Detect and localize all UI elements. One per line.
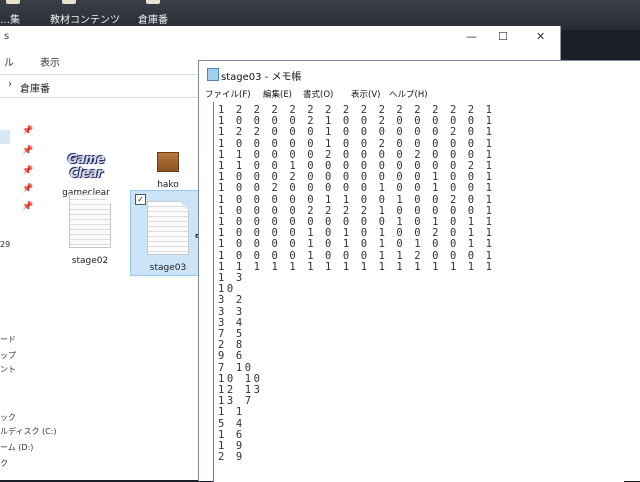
text-document-icon <box>69 194 111 248</box>
folder-icon[interactable] <box>62 0 76 4</box>
pin-icon: 📌 <box>22 166 34 176</box>
text-line: 2 8 <box>218 339 245 352</box>
desktop-item-2[interactable]: 教材コンテンツ <box>50 11 120 26</box>
pin-icon: 📌 <box>22 202 34 212</box>
folder-icon[interactable] <box>6 0 20 4</box>
text-line: 1 0 0 0 0 0 1 0 0 2 0 0 0 0 0 1 <box>218 137 495 150</box>
file-label: stage02 <box>71 256 109 266</box>
file-label: stage03 <box>149 263 187 273</box>
nav-item[interactable]: 29 <box>0 240 10 249</box>
desktop-item-3[interactable]: 倉庫番 <box>138 11 168 26</box>
nav-item[interactable]: ント <box>0 364 16 375</box>
text-line: 1 6 <box>218 428 245 441</box>
text-line: 1 0 0 0 0 0 0 0 0 0 1 0 1 0 1 1 <box>218 216 495 228</box>
text-line: 1 3 <box>218 272 245 284</box>
text-line: 3 2 <box>218 294 245 307</box>
file-stage02[interactable]: stage02 <box>60 194 120 274</box>
text-line: 7 5 <box>218 328 245 340</box>
explorer-title-bar: s — ☐ ✕ <box>0 26 560 48</box>
text-line: 1 0 0 0 0 2 2 2 2 1 0 0 0 0 0 1 <box>218 204 495 217</box>
notepad-text-area[interactable]: 1 2 2 2 2 2 2 2 2 2 2 2 2 2 2 11 0 0 0 0… <box>213 102 624 482</box>
text-line: 1 1 1 1 1 1 1 1 1 1 1 1 1 1 1 1 <box>218 260 495 273</box>
nav-item[interactable]: ック <box>0 412 16 423</box>
text-line: 1 0 0 0 0 1 0 1 0 1 0 1 0 0 1 1 <box>218 238 495 251</box>
text-line: 13 7 <box>218 395 254 408</box>
minimize-icon[interactable]: — <box>466 30 477 43</box>
text-line: 1 0 0 0 2 0 0 0 0 0 0 0 1 0 0 1 <box>218 171 495 184</box>
text-line: 3 4 <box>218 316 245 329</box>
text-document-icon <box>147 201 189 255</box>
text-line: 10 <box>218 283 236 296</box>
text-line: 10 10 <box>218 372 263 385</box>
text-line: 12 13 <box>218 384 263 396</box>
text-line: 1 1 0 0 1 0 0 0 0 0 0 0 0 0 2 1 <box>218 160 495 172</box>
notepad-title: stage03 - メモ帳 <box>221 72 302 83</box>
text-line: 1 0 0 0 0 2 1 0 0 2 0 0 0 0 0 1 <box>218 115 495 128</box>
text-line: 9 6 <box>218 350 245 363</box>
gameclear-image-icon: Game Clear <box>67 152 105 180</box>
menu-format[interactable]: 書式(O) <box>303 88 333 100</box>
pin-icon: 📌 <box>22 184 34 194</box>
nav-selection-highlight <box>0 130 10 144</box>
text-line: 1 0 0 0 0 1 0 1 0 1 0 0 2 0 1 1 <box>218 227 495 240</box>
file-hako[interactable]: hako <box>146 152 190 192</box>
chevron-right-icon: › <box>8 79 12 90</box>
text-line: 7 10 <box>218 361 254 374</box>
text-line: 1 1 <box>218 406 245 419</box>
nav-item[interactable]: ード <box>0 334 16 345</box>
text-line: 2 9 <box>218 451 245 464</box>
pin-icon: 📌 <box>22 126 34 136</box>
text-line: 1 2 2 2 2 2 2 2 2 2 2 2 2 2 2 1 <box>218 104 495 116</box>
notepad-menu-bar: ファイル(F) 編集(E) 書式(O) 表示(V) ヘルプ(H) <box>199 87 640 101</box>
menu-view[interactable]: 表示(V) <box>351 88 380 100</box>
address-path: 倉庫番 <box>20 84 50 95</box>
nav-item[interactable]: ップ <box>0 350 16 361</box>
menu-edit[interactable]: 編集(E) <box>263 88 292 100</box>
file-gameclear[interactable]: Game Clear gameclear <box>50 152 122 198</box>
file-label: hako <box>157 180 179 190</box>
checkbox[interactable]: ✓ <box>135 194 146 205</box>
menu-file[interactable]: ファイル(F) <box>205 88 251 100</box>
nav-item[interactable]: ク <box>0 458 8 469</box>
text-line: 5 4 <box>218 417 245 430</box>
text-line: 1 0 0 2 0 0 0 0 0 1 0 0 1 0 0 1 <box>218 182 495 195</box>
ribbon-tab-view[interactable]: 表示 <box>40 54 60 69</box>
navigation-pane: 📌 📌 📌 📌 📌 29 ード ップ ント ック ルディスク (C:) ーム (… <box>0 98 57 480</box>
text-line: 1 1 0 0 0 0 2 0 0 0 0 2 0 0 0 1 <box>218 148 495 161</box>
text-line: 1 9 <box>218 440 245 452</box>
notepad-window: stage03 - メモ帳 ファイル(F) 編集(E) 書式(O) 表示(V) … <box>198 60 640 482</box>
folder-icon[interactable] <box>146 0 160 4</box>
text-line: 1 0 0 0 0 1 0 0 0 1 1 2 0 0 0 1 <box>218 249 495 262</box>
crate-image-icon <box>157 152 179 172</box>
nav-item-drive-d[interactable]: ーム (D:) <box>0 442 33 453</box>
text-line: 1 2 2 0 0 0 1 0 0 0 0 0 0 2 0 1 <box>218 126 495 139</box>
close-icon[interactable]: ✕ <box>536 30 545 43</box>
ribbon-tab-share[interactable]: ル <box>4 54 14 69</box>
menu-help[interactable]: ヘルプ(H) <box>389 88 428 100</box>
maximize-icon[interactable]: ☐ <box>498 30 508 43</box>
text-line: 3 3 <box>218 305 245 318</box>
desktop-item-1[interactable]: …集 <box>0 11 20 26</box>
notepad-title-bar[interactable]: stage03 - メモ帳 <box>199 61 640 85</box>
pin-icon: 📌 <box>22 146 34 156</box>
explorer-title: s <box>4 31 10 42</box>
nav-item-drive-c[interactable]: ルディスク (C:) <box>0 426 57 437</box>
text-line: 1 0 0 0 0 0 1 1 0 0 1 0 0 2 0 1 <box>218 193 495 206</box>
notepad-icon <box>207 68 219 81</box>
address-bar[interactable]: › 倉庫番 <box>0 74 200 98</box>
